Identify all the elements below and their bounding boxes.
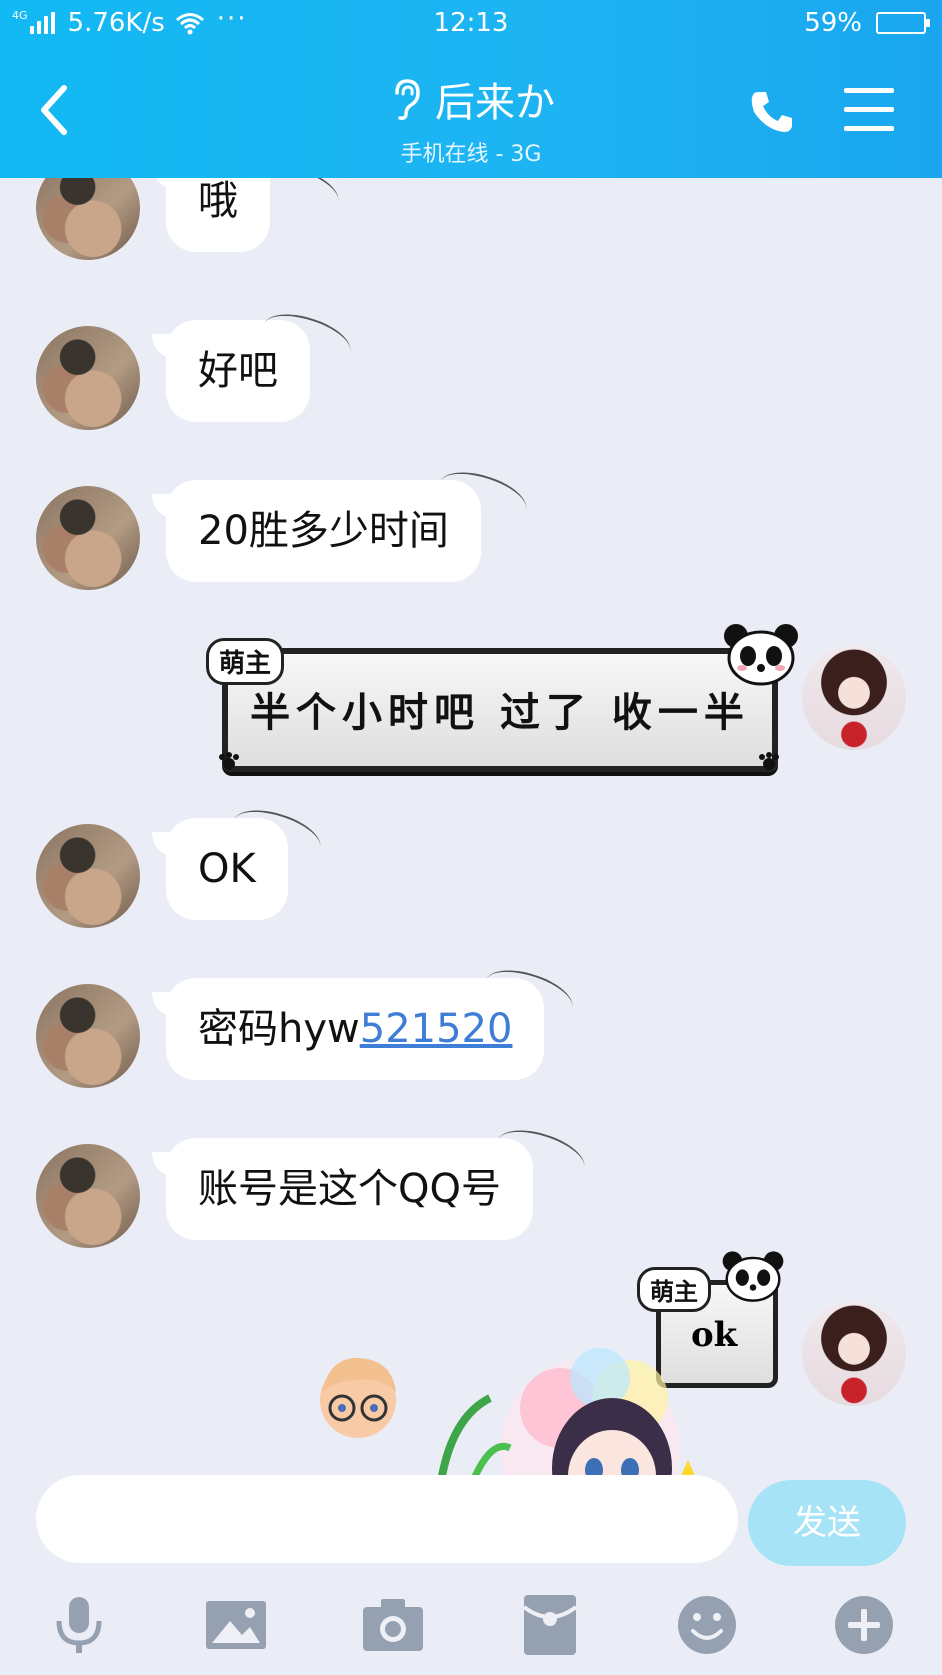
sticker-message[interactable]: 萌主 半个小时吧 过了 收一半 xyxy=(206,624,798,772)
input-bar: 发送 xyxy=(0,1475,942,1566)
my-avatar[interactable] xyxy=(802,646,906,750)
emoji-icon[interactable] xyxy=(675,1593,739,1657)
chat-screen: 4G 5.76K/s ··· 12:13 59% 后来か 手机在线 - 3G 哦… xyxy=(0,0,942,1675)
paw-icon xyxy=(759,752,779,770)
ear-icon[interactable] xyxy=(387,77,425,121)
sticker-text: 半个小时吧 过了 收一半 xyxy=(250,689,750,736)
message-input[interactable] xyxy=(36,1475,738,1563)
menu-icon[interactable] xyxy=(844,88,894,134)
camera-icon[interactable] xyxy=(361,1593,425,1657)
online-status: 手机在线 - 3G xyxy=(400,142,542,167)
animated-sticker-decoration xyxy=(320,1348,695,1475)
status-bar: 4G 5.76K/s ··· 12:13 59% xyxy=(0,0,942,50)
message-text: 好吧 xyxy=(198,348,278,394)
chat-toolbar xyxy=(0,1575,942,1675)
title-line: 后来か xyxy=(0,70,942,128)
plus-icon[interactable] xyxy=(832,1593,896,1657)
panda-icon xyxy=(722,1251,784,1302)
my-avatar[interactable] xyxy=(802,1302,906,1406)
message-text: 账号是这个QQ号 xyxy=(198,1166,501,1212)
status-right: 59% xyxy=(804,8,930,38)
panda-icon xyxy=(724,624,798,686)
battery-icon xyxy=(876,12,930,34)
red-packet-icon[interactable] xyxy=(518,1593,582,1657)
contact-avatar[interactable] xyxy=(36,178,140,260)
message-text: 20胜多少时间 xyxy=(198,508,449,554)
message-text: 哦 xyxy=(198,178,238,224)
paw-icon xyxy=(219,752,239,770)
contact-avatar[interactable] xyxy=(36,824,140,928)
contact-avatar[interactable] xyxy=(36,984,140,1088)
battery-percent: 59% xyxy=(804,8,862,38)
contact-avatar[interactable] xyxy=(36,1144,140,1248)
send-button[interactable]: 发送 xyxy=(748,1480,906,1566)
sticker-tag: 萌主 xyxy=(206,638,285,685)
contact-name: 后来か xyxy=(435,80,555,126)
message-text: OK xyxy=(198,846,256,892)
chat-title-area: 后来か 手机在线 - 3G xyxy=(0,70,942,168)
phone-icon[interactable] xyxy=(748,88,796,136)
message-text: 密码hyw xyxy=(198,1006,360,1052)
message-bubble[interactable]: 账号是这个QQ号 xyxy=(152,1138,533,1240)
microphone-icon[interactable] xyxy=(47,1593,111,1657)
chat-header: 4G 5.76K/s ··· 12:13 59% 后来か 手机在线 - 3G xyxy=(0,0,942,178)
password-link[interactable]: 521520 xyxy=(360,1006,513,1052)
message-list[interactable]: 哦 好吧 20胜多少时间 萌主 半个小时吧 过了 收一半 OK 密码hyw521… xyxy=(0,178,942,1475)
image-icon[interactable] xyxy=(204,1593,268,1657)
contact-avatar[interactable] xyxy=(36,486,140,590)
contact-avatar[interactable] xyxy=(36,326,140,430)
message-bubble[interactable]: 20胜多少时间 xyxy=(152,480,481,582)
status-time: 12:13 xyxy=(433,8,509,38)
sticker-tag: 萌主 xyxy=(637,1267,711,1312)
